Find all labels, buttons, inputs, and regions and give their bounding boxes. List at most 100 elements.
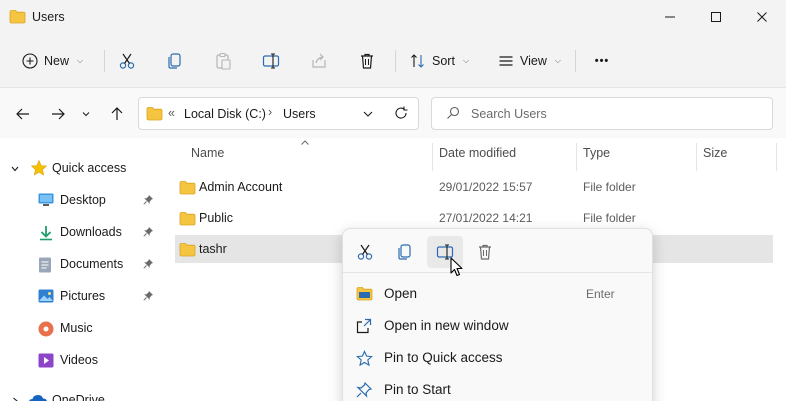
sidebar-item-desktop[interactable]: Desktop bbox=[0, 185, 160, 215]
file-name: tashr bbox=[199, 242, 227, 256]
sidebar-item-pictures[interactable]: Pictures bbox=[0, 281, 160, 311]
menu-item-label: Open in new window bbox=[384, 318, 509, 333]
close-button[interactable] bbox=[739, 0, 785, 34]
paste-icon bbox=[216, 52, 231, 70]
menu-item-label: Pin to Quick access bbox=[384, 350, 503, 365]
sort-button[interactable]: Sort ⌵ bbox=[404, 46, 475, 76]
download-icon bbox=[40, 226, 52, 241]
sidebar-label: Pictures bbox=[60, 289, 106, 303]
minimize-button[interactable] bbox=[647, 0, 693, 34]
cut-button[interactable] bbox=[111, 46, 143, 76]
sidebar-label: OneDrive bbox=[52, 393, 105, 401]
sidebar-label: Documents bbox=[60, 257, 124, 271]
column-divider[interactable] bbox=[432, 143, 433, 171]
rename-icon bbox=[262, 53, 280, 69]
file-row[interactable]: Admin Account 29/01/2022 15:57 File fold… bbox=[175, 173, 773, 201]
menu-item-pin-start[interactable]: Pin to Start bbox=[343, 374, 652, 401]
view-button[interactable]: View ⌵ bbox=[492, 46, 567, 76]
paste-button[interactable] bbox=[207, 46, 239, 76]
view-label: View bbox=[520, 54, 547, 68]
column-header-size[interactable]: Size bbox=[703, 146, 727, 160]
menu-item-open[interactable]: Open Enter bbox=[343, 278, 652, 310]
file-date: 29/01/2022 15:57 bbox=[439, 180, 533, 194]
sort-icon bbox=[411, 54, 424, 68]
column-divider[interactable] bbox=[696, 143, 697, 171]
forward-button[interactable] bbox=[45, 101, 71, 127]
toolbar-divider bbox=[575, 50, 576, 72]
pin-icon[interactable] bbox=[143, 258, 154, 269]
address-dropdown-button[interactable] bbox=[362, 108, 374, 120]
pictures-icon bbox=[38, 289, 54, 303]
folder-icon bbox=[9, 9, 26, 24]
breadcrumb-separator: › bbox=[268, 105, 273, 119]
pin-icon[interactable] bbox=[143, 226, 154, 237]
folder-icon bbox=[146, 106, 163, 121]
sort-indicator-icon bbox=[300, 139, 310, 146]
arrow-right-icon bbox=[52, 108, 65, 120]
cloud-icon bbox=[29, 395, 47, 401]
address-bar[interactable] bbox=[138, 97, 419, 130]
plus-circle-icon bbox=[22, 53, 38, 69]
context-cut-button[interactable] bbox=[347, 236, 383, 268]
share-button[interactable] bbox=[303, 46, 335, 76]
sidebar-item-downloads[interactable]: Downloads bbox=[0, 217, 160, 247]
videos-icon bbox=[38, 353, 54, 368]
share-icon bbox=[312, 53, 326, 68]
menu-item-label: Pin to Start bbox=[384, 382, 451, 397]
menu-divider bbox=[343, 272, 652, 273]
column-header-type[interactable]: Type bbox=[583, 146, 610, 160]
view-icon bbox=[499, 56, 513, 66]
chevron-down-icon bbox=[11, 166, 19, 172]
column-header-date[interactable]: Date modified bbox=[439, 146, 516, 160]
sort-label: Sort bbox=[432, 54, 455, 68]
column-divider[interactable] bbox=[576, 143, 577, 171]
sidebar-label: Desktop bbox=[60, 193, 106, 207]
search-icon bbox=[446, 106, 460, 120]
file-date: 27/01/2022 14:21 bbox=[439, 211, 533, 225]
context-copy-button[interactable] bbox=[387, 236, 423, 268]
sidebar-item-documents[interactable]: Documents bbox=[0, 249, 160, 279]
chevron-right-icon bbox=[13, 397, 18, 401]
pin-icon bbox=[356, 382, 372, 398]
more-options-button[interactable]: ••• bbox=[586, 46, 618, 76]
back-button[interactable] bbox=[10, 101, 36, 127]
delete-button[interactable] bbox=[351, 46, 383, 76]
breadcrumb-overflow[interactable]: « bbox=[168, 106, 175, 120]
sidebar-item-music[interactable]: Music bbox=[0, 313, 160, 343]
toolbar-divider bbox=[104, 50, 105, 72]
context-delete-button[interactable] bbox=[467, 236, 503, 268]
window-title: Users bbox=[32, 10, 65, 24]
chevron-down-icon: ⌵ bbox=[462, 56, 470, 65]
file-type: File folder bbox=[583, 180, 636, 194]
column-divider[interactable] bbox=[776, 143, 777, 171]
file-type: File folder bbox=[583, 211, 636, 225]
breadcrumb-users[interactable]: Users bbox=[283, 107, 316, 121]
new-button[interactable]: New ⌵ bbox=[16, 46, 89, 76]
sidebar-label: Videos bbox=[60, 353, 98, 367]
pin-icon[interactable] bbox=[143, 194, 154, 205]
trash-icon bbox=[479, 244, 491, 260]
rename-button[interactable] bbox=[255, 46, 287, 76]
chevron-down-icon: ⌵ bbox=[554, 56, 561, 65]
recent-locations-button[interactable] bbox=[76, 101, 96, 127]
sidebar-item-quick-access[interactable]: Quick access bbox=[0, 153, 160, 183]
pin-icon[interactable] bbox=[143, 290, 154, 301]
documents-icon bbox=[39, 257, 51, 273]
sidebar-item-videos[interactable]: Videos bbox=[0, 345, 160, 375]
folder-icon bbox=[179, 243, 196, 257]
maximize-button[interactable] bbox=[693, 0, 739, 34]
breadcrumb-local-disk[interactable]: Local Disk (C:) bbox=[184, 107, 266, 121]
refresh-button[interactable] bbox=[393, 105, 409, 121]
copy-button[interactable] bbox=[159, 46, 191, 76]
sidebar-item-onedrive[interactable]: OneDrive bbox=[0, 385, 160, 401]
new-label: New bbox=[44, 54, 70, 68]
up-button[interactable] bbox=[104, 101, 130, 127]
mouse-cursor-icon bbox=[450, 257, 464, 277]
menu-item-open-new-window[interactable]: Open in new window bbox=[343, 310, 652, 342]
menu-item-pin-quick-access[interactable]: Pin to Quick access bbox=[343, 342, 652, 374]
trash-icon bbox=[361, 53, 373, 69]
column-header-name[interactable]: Name bbox=[191, 146, 224, 160]
arrow-up-icon bbox=[111, 107, 123, 120]
star-outline-icon bbox=[356, 350, 373, 367]
scissors-icon bbox=[357, 244, 373, 260]
